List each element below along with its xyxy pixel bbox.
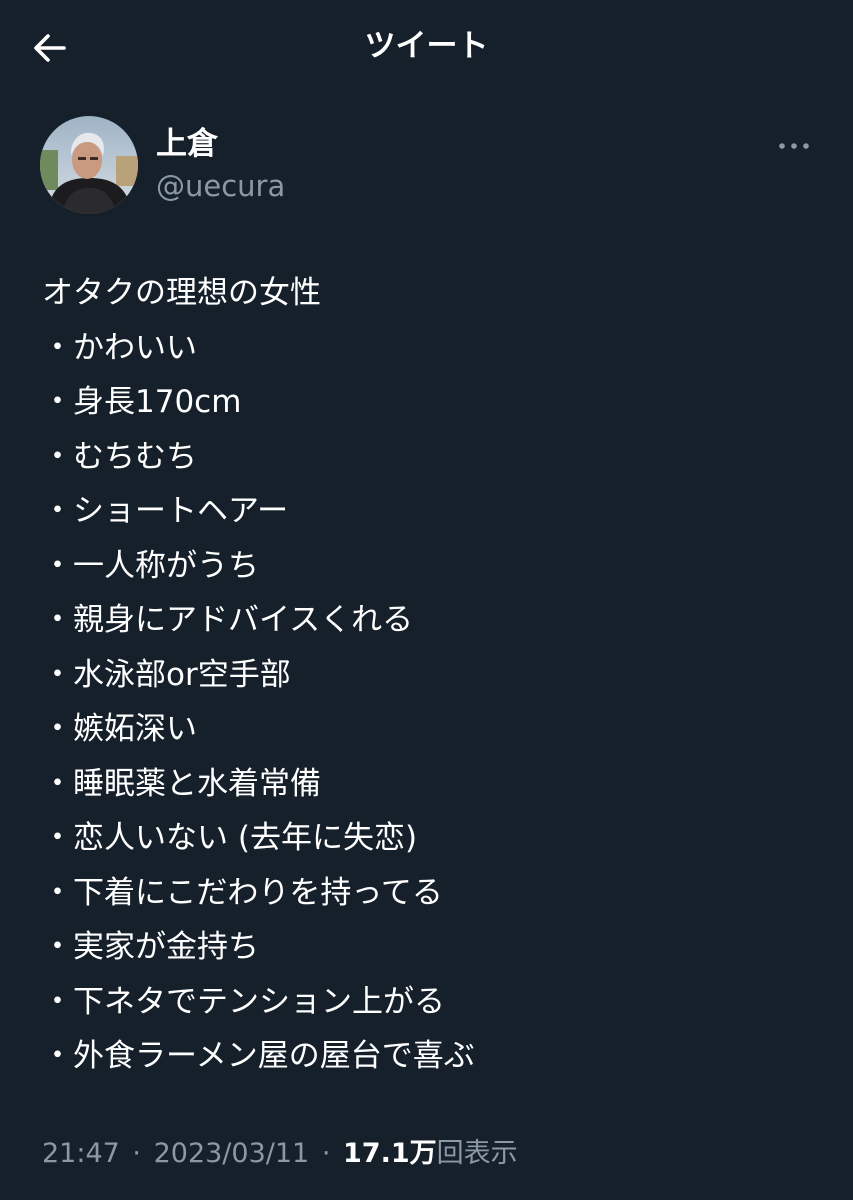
view-count[interactable]: 17.1万 [343, 1138, 437, 1169]
tweet-line: ・実家が金持ち [42, 929, 259, 965]
tweet-line: ・恋人いない (去年に失恋) [42, 820, 418, 856]
author-handle[interactable]: @uecura [156, 166, 285, 206]
tweet-line: ・嫉妬深い [42, 711, 197, 747]
tweet-time[interactable]: 21:47 [42, 1138, 120, 1169]
tweet-line: オタクの理想の女性 [42, 275, 321, 311]
tweet-line: ・親身にアドバイスくれる [42, 602, 414, 638]
tweet-line: ・身長170cm [42, 384, 242, 420]
tweet-line: ・一人称がうち [42, 547, 259, 584]
tweet-date[interactable]: 2023/03/11 [154, 1138, 310, 1169]
author-display-name[interactable]: 上倉 [156, 124, 218, 164]
tweet-author: 上倉 @uecura [40, 116, 820, 216]
meta-separator: · [321, 1138, 331, 1169]
tweet-line: ・かわいい [42, 329, 197, 366]
meta-separator: · [132, 1138, 141, 1169]
view-count-label[interactable]: 回表示 [437, 1138, 518, 1169]
tweet-line: ・下ネタでテンション上がる [42, 983, 445, 1020]
tweet-line: ・水泳部or空手部 [42, 656, 291, 693]
page-title: ツイート [364, 28, 489, 64]
tweet-text: オタクの理想の女性 ・かわいい ・身長170cm ・むちむち ・ショートヘアー … [42, 266, 832, 1084]
avatar[interactable] [40, 116, 138, 214]
top-bar: ツイート [0, 0, 853, 94]
tweet-line: ・むちむち [42, 438, 197, 475]
tweet-line: ・下着にこだわりを持ってる [42, 874, 443, 911]
tweet-line: ・外食ラーメン屋の屋台で喜ぶ [42, 1038, 475, 1074]
tweet-line: ・睡眠薬と水着常備 [42, 765, 321, 802]
tweet-line: ・ショートヘアー [42, 493, 289, 529]
more-horizontal-icon [779, 143, 809, 149]
tweet-meta: 21:47 · 2023/03/11 · 17.1万回表示 [42, 1132, 518, 1176]
more-options-button[interactable] [774, 126, 814, 166]
